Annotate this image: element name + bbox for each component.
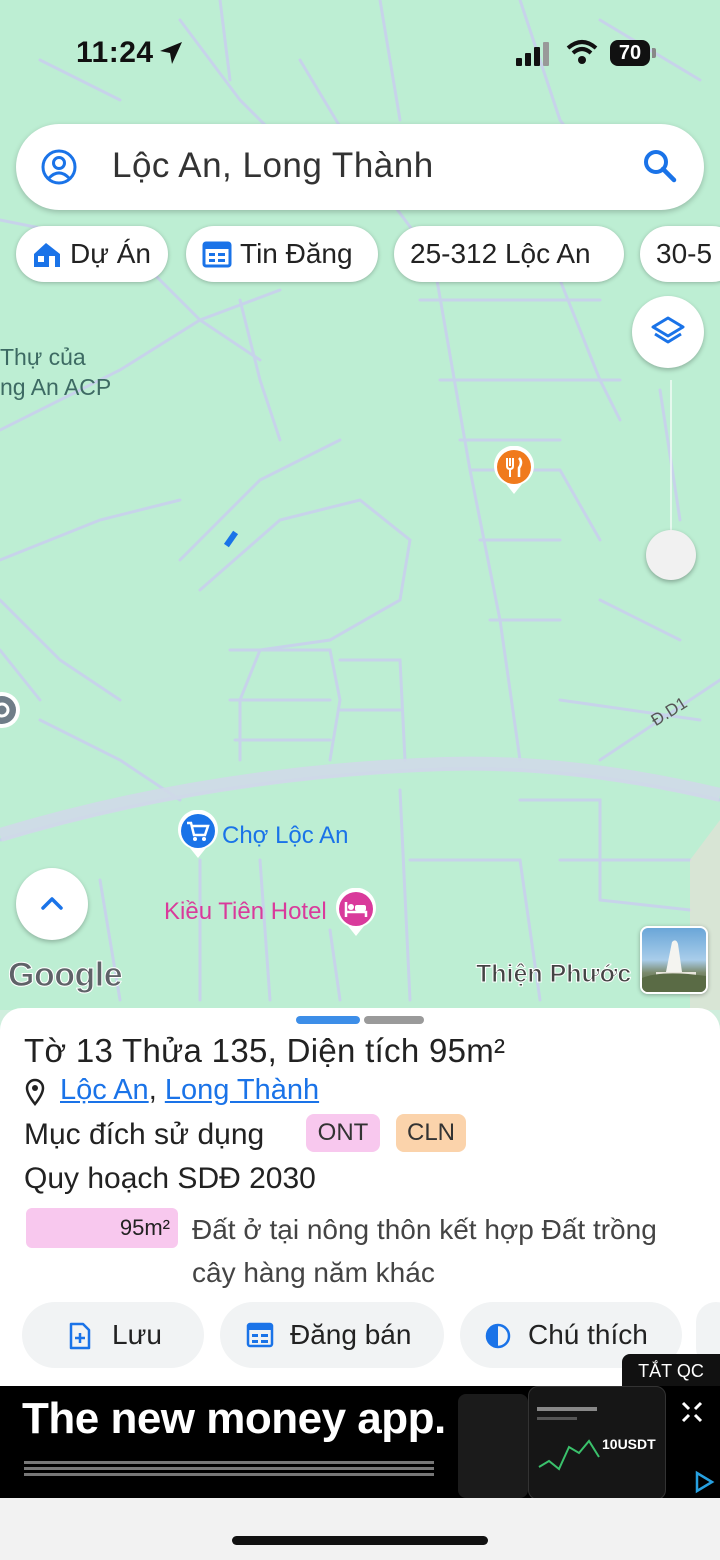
post-for-sale-label: Đăng bán xyxy=(290,1319,412,1350)
place-pin-icon[interactable] xyxy=(0,690,22,730)
search-bar[interactable]: Lộc An, Long Thành xyxy=(16,124,704,210)
poi-label-market[interactable]: Chợ Lộc An xyxy=(222,822,348,850)
land-use-label: Mục đích sử dụng xyxy=(24,1118,265,1151)
zoom-slider-handle[interactable] xyxy=(646,530,696,580)
sheet-handle[interactable] xyxy=(364,1016,424,1024)
home-indicator-area xyxy=(0,1498,720,1560)
poi-label-hotel[interactable]: Kiều Tiên Hotel xyxy=(164,898,327,926)
hotel-pin-icon[interactable] xyxy=(334,888,378,938)
area-value: 95m² xyxy=(119,1215,170,1240)
planning-label: Quy hoạch SDĐ 2030 xyxy=(24,1162,316,1195)
location-arrow-icon xyxy=(160,42,182,64)
chip-du-an[interactable]: Dự Án xyxy=(16,226,168,282)
search-input[interactable]: Lộc An, Long Thành xyxy=(112,146,434,186)
statue-image xyxy=(642,940,706,992)
map-label: Thự của xyxy=(0,344,86,370)
area-badge: 95m² xyxy=(26,1208,178,1248)
shopping-cart-pin-icon[interactable] xyxy=(176,810,220,860)
ad-headline: The new money app. xyxy=(22,1394,446,1443)
house-icon xyxy=(34,243,60,267)
location-separator: , xyxy=(148,1074,165,1106)
ad-banner[interactable]: The new money app. 10USDT xyxy=(0,1386,720,1498)
layers-button[interactable] xyxy=(632,296,704,368)
chip-label: Dự Án xyxy=(70,238,151,269)
location-pin-icon xyxy=(25,1078,45,1106)
chip-label: Tin Đăng xyxy=(240,238,353,269)
close-ad-button[interactable]: TẮT QC xyxy=(622,1354,720,1388)
land-description: Đất ở tại nông thôn kết hợp Đất trồng câ… xyxy=(192,1214,657,1288)
status-bar: 11:24 70 xyxy=(0,0,720,100)
map-view[interactable]: 11:24 70 Lộc An, Long Thành Dự Án Tin Đă… xyxy=(0,0,720,1010)
chip-parcel-2[interactable]: 30-5 xyxy=(640,226,720,282)
status-time: 11:24 xyxy=(76,36,154,69)
ad-phone-image xyxy=(458,1394,528,1498)
post-for-sale-button[interactable]: Đăng bán xyxy=(220,1302,444,1368)
calendar-icon xyxy=(202,241,232,268)
land-use-tag-cln[interactable]: CLN xyxy=(396,1114,466,1152)
ad-choices-icon[interactable] xyxy=(692,1470,716,1494)
filter-chips: Dự Án Tin Đăng 25-312 Lộc An 30-5 xyxy=(0,226,720,286)
land-use-tag-ont[interactable]: ONT xyxy=(306,1114,380,1152)
zoom-slider-track xyxy=(670,380,672,530)
home-indicator[interactable] xyxy=(232,1536,488,1545)
add-file-icon xyxy=(69,1322,91,1350)
parcel-title: Tờ 13 Thửa 135, Diện tích 95m² xyxy=(24,1032,506,1069)
search-icon[interactable] xyxy=(642,148,678,184)
chip-parcel[interactable]: 25-312 Lộc An xyxy=(394,226,624,282)
street-view-thumbnail[interactable] xyxy=(640,926,708,994)
ad-close-icon[interactable] xyxy=(680,1400,704,1424)
cellular-signal-icon xyxy=(516,42,549,66)
location-link-commune[interactable]: Lộc An xyxy=(60,1074,149,1106)
chip-tin-dang[interactable]: Tin Đăng xyxy=(186,226,378,282)
parcel-info-sheet[interactable]: Tờ 13 Thửa 135, Diện tích 95m² Lộc An, L… xyxy=(0,1008,720,1388)
ad-phone-text: 10USDT xyxy=(602,1436,656,1452)
chevron-up-icon xyxy=(41,897,63,910)
save-button[interactable]: Lưu xyxy=(22,1302,204,1368)
sheet-handle-active[interactable] xyxy=(296,1016,360,1024)
wifi-icon xyxy=(566,40,598,64)
battery-tip xyxy=(652,48,656,58)
map-label: ng An ACP xyxy=(0,374,112,400)
google-logo: Google xyxy=(7,956,123,995)
save-button-label: Lưu xyxy=(112,1319,162,1350)
calendar-icon xyxy=(246,1322,274,1348)
location-links: Lộc An, Long Thành xyxy=(60,1074,319,1107)
battery-icon: 70 xyxy=(610,40,650,66)
chip-label: 30-5 xyxy=(656,238,713,269)
expand-up-button[interactable] xyxy=(16,868,88,940)
layers-icon xyxy=(651,316,685,344)
ad-fine-print xyxy=(24,1458,434,1486)
chip-label: 25-312 Lộc An xyxy=(410,238,591,269)
account-icon[interactable] xyxy=(40,148,78,186)
location-link-district[interactable]: Long Thành xyxy=(165,1074,319,1106)
place-label[interactable]: Thiện Phước xyxy=(475,960,631,989)
restaurant-pin-icon[interactable] xyxy=(492,446,536,496)
contrast-icon xyxy=(485,1323,511,1349)
